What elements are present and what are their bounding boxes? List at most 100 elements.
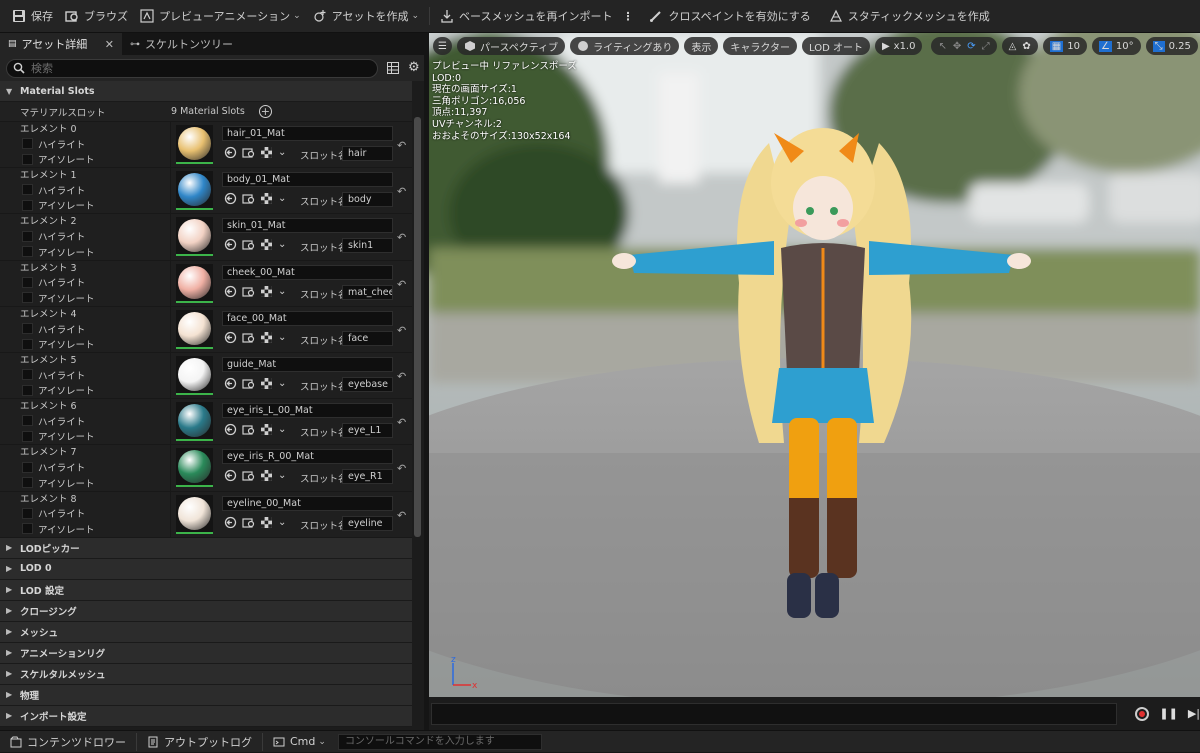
world-icon[interactable]: ◬ <box>1009 41 1017 52</box>
category-row[interactable]: ▶ LOD 設定 <box>0 579 412 601</box>
rotation-snap-button[interactable]: ∠ 10° <box>1091 37 1141 55</box>
save-button[interactable]: 保存 <box>6 3 59 29</box>
create-asset-dropdown[interactable]: アセットを作成 ⌄ <box>307 3 425 29</box>
material-thumbnail[interactable] <box>176 309 213 349</box>
highlight-checkbox[interactable] <box>22 276 33 288</box>
checker-icon[interactable] <box>260 469 273 482</box>
slot-name-field[interactable]: eyebase <box>342 376 393 392</box>
reset-icon[interactable]: ↶ <box>397 370 406 383</box>
scale-snap-button[interactable]: ⤡ 0.25 <box>1145 37 1198 55</box>
scrollbar-thumb[interactable] <box>414 117 421 537</box>
material-thumbnail[interactable] <box>176 355 213 395</box>
reset-icon[interactable]: ↶ <box>397 185 406 198</box>
isolate-checkbox[interactable] <box>22 246 33 258</box>
chevron-down-icon[interactable]: ⌄ <box>278 286 286 297</box>
play-rate-button[interactable]: ▶ x1.0 <box>874 37 923 55</box>
checker-icon[interactable] <box>260 146 273 159</box>
slot-name-field[interactable]: face <box>342 330 393 346</box>
browse-asset-icon[interactable] <box>242 331 255 344</box>
highlight-checkbox[interactable] <box>22 507 33 519</box>
browse-asset-icon[interactable] <box>242 146 255 159</box>
chevron-down-icon[interactable]: ⌄ <box>278 470 286 481</box>
lighting-button[interactable]: ライティングあり <box>570 37 680 55</box>
category-row[interactable]: ▶ スケルタルメッシュ <box>0 663 412 685</box>
category-row[interactable]: ▶ 物理 <box>0 684 412 706</box>
reset-icon[interactable]: ↶ <box>397 462 406 475</box>
browse-asset-icon[interactable] <box>242 423 255 436</box>
browse-asset-icon[interactable] <box>242 285 255 298</box>
material-thumbnail[interactable] <box>176 217 213 257</box>
select-icon[interactable]: ↖ <box>938 41 946 52</box>
isolate-checkbox[interactable] <box>22 338 33 350</box>
material-name-field[interactable]: face_00_Mat <box>222 310 393 326</box>
play-forward-icon[interactable]: ▶| <box>1188 707 1200 720</box>
chevron-down-icon[interactable]: ⌄ <box>278 239 286 250</box>
checker-icon[interactable] <box>260 377 273 390</box>
record-icon[interactable] <box>1135 706 1150 721</box>
use-selected-asset-icon[interactable] <box>224 146 237 159</box>
material-name-field[interactable]: guide_Mat <box>222 356 393 372</box>
highlight-checkbox[interactable] <box>22 184 33 196</box>
category-row[interactable]: ▶ メッシュ <box>0 621 412 643</box>
checker-icon[interactable] <box>260 516 273 529</box>
surface-snap-icon[interactable]: ✿ <box>1022 41 1030 52</box>
material-name-field[interactable]: eyeline_00_Mat <box>222 495 393 511</box>
category-row[interactable]: ▶ インポート設定 <box>0 705 412 727</box>
tab-skeleton-tree[interactable]: ⊶ スケルトンツリー <box>122 33 241 55</box>
character-button[interactable]: キャラクター <box>723 37 797 55</box>
material-thumbnail[interactable] <box>176 448 213 488</box>
use-selected-asset-icon[interactable] <box>224 516 237 529</box>
highlight-checkbox[interactable] <box>22 369 33 381</box>
isolate-checkbox[interactable] <box>22 477 33 489</box>
category-row[interactable]: ▶ クロージング <box>0 600 412 622</box>
material-thumbnail[interactable] <box>176 402 213 442</box>
make-static-mesh-button[interactable]: スタティックメッシュを作成 <box>823 3 996 29</box>
details-scrollbar[interactable] <box>412 81 424 730</box>
use-selected-asset-icon[interactable] <box>224 285 237 298</box>
isolate-checkbox[interactable] <box>22 430 33 442</box>
close-icon[interactable]: ✕ <box>105 38 114 51</box>
grid-snap-button[interactable]: ▦ 10 <box>1042 37 1087 55</box>
reset-icon[interactable]: ↶ <box>397 416 406 429</box>
browse-asset-icon[interactable] <box>242 192 255 205</box>
highlight-checkbox[interactable] <box>22 230 33 242</box>
use-selected-asset-icon[interactable] <box>224 331 237 344</box>
use-selected-asset-icon[interactable] <box>224 423 237 436</box>
show-button[interactable]: 表示 <box>684 37 719 55</box>
add-slot-button[interactable]: + <box>258 105 272 118</box>
slot-name-field[interactable]: skin1 <box>342 238 393 254</box>
browse-asset-icon[interactable] <box>242 238 255 251</box>
material-name-field[interactable]: hair_01_Mat <box>222 126 393 141</box>
table-view-icon[interactable] <box>386 61 400 75</box>
use-selected-asset-icon[interactable] <box>224 377 237 390</box>
perspective-button[interactable]: パースペクティブ <box>456 37 566 55</box>
reset-icon[interactable]: ↶ <box>397 278 406 291</box>
chevron-down-icon[interactable]: ⌄ <box>278 378 286 389</box>
slot-name-field[interactable]: mat_cheek <box>342 284 393 300</box>
category-row[interactable]: ▶ LODピッカー <box>0 537 412 559</box>
scale-icon[interactable]: ⤢ <box>982 41 990 52</box>
checker-icon[interactable] <box>260 192 273 205</box>
more-options-button[interactable]: ⋮ <box>618 3 637 29</box>
chevron-down-icon[interactable]: ⌄ <box>278 193 286 204</box>
slot-name-field[interactable]: body <box>342 192 393 208</box>
pause-icon[interactable]: ❚❚ <box>1159 707 1177 720</box>
console-input[interactable]: コンソールコマンドを入力します <box>337 733 542 750</box>
viewport[interactable]: ☰ パースペクティブ ライティングあり 表示 キャラクター LOD オート ▶ … <box>429 33 1200 697</box>
use-selected-asset-icon[interactable] <box>224 238 237 251</box>
cmd-dropdown[interactable]: Cmd ⌄ <box>267 731 332 753</box>
browse-asset-icon[interactable] <box>242 516 255 529</box>
isolate-checkbox[interactable] <box>22 199 33 211</box>
reimport-button[interactable]: ベースメッシュを再インポート <box>434 3 618 29</box>
browse-button[interactable]: ブラウズ <box>59 3 134 29</box>
slot-name-field[interactable]: eye_L1 <box>342 423 393 439</box>
reset-icon[interactable]: ↶ <box>397 139 406 152</box>
cloth-paint-button[interactable]: クロスペイントを有効にする <box>643 3 816 29</box>
slot-name-field[interactable]: eye_R1 <box>342 469 393 485</box>
chevron-down-icon[interactable]: ⌄ <box>278 147 286 158</box>
reset-icon[interactable]: ↶ <box>397 231 406 244</box>
chevron-down-icon[interactable]: ⌄ <box>278 424 286 435</box>
browse-asset-icon[interactable] <box>242 377 255 390</box>
output-log-button[interactable]: アウトプットログ <box>141 731 258 753</box>
checker-icon[interactable] <box>260 285 273 298</box>
